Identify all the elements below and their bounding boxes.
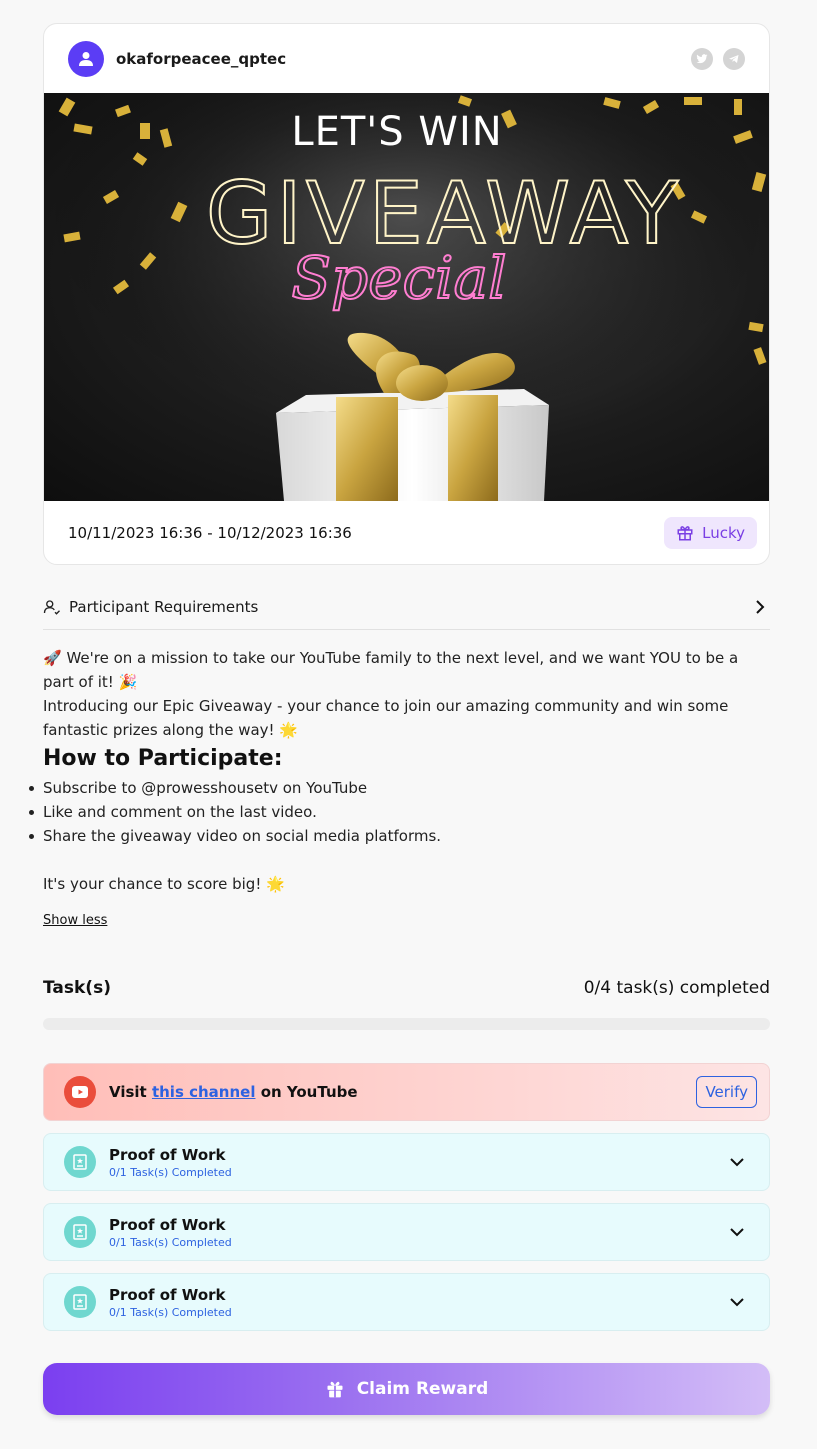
participant-requirements-label: Participant Requirements	[69, 598, 259, 616]
description-closing: It's your chance to score big! 🌟	[43, 875, 285, 893]
participant-requirements-row[interactable]: Participant Requirements	[43, 585, 770, 630]
card-header: okaforpeacee_qptec	[44, 24, 769, 93]
description-line1: 🚀 We're on a mission to take our YouTube…	[43, 649, 739, 691]
proof-of-work-title: Proof of Work	[109, 1145, 226, 1164]
proof-of-work-text: Proof of Work 0/1 Task(s) Completed	[109, 1286, 232, 1319]
lucky-label: Lucky	[702, 524, 745, 542]
banner-line1: LET'S WIN	[291, 109, 502, 155]
document-star-icon	[64, 1216, 96, 1248]
tasks-completed-count: 0/4 task(s) completed	[583, 978, 770, 998]
chevron-right-icon[interactable]	[754, 599, 766, 615]
document-star-icon	[64, 1146, 96, 1178]
proof-of-work-title: Proof of Work	[109, 1285, 226, 1304]
youtube-task-text: Visit this channel on YouTube	[109, 1083, 358, 1101]
list-item: Like and comment on the last video.	[29, 800, 770, 824]
chevron-down-icon[interactable]	[729, 1157, 745, 1167]
youtube-task-suffix: on YouTube	[255, 1083, 358, 1101]
proof-of-work-status: 0/1 Task(s) Completed	[109, 1305, 232, 1319]
claim-reward-label: Claim Reward	[356, 1379, 489, 1399]
proof-of-work-status: 0/1 Task(s) Completed	[109, 1165, 232, 1179]
social-links	[691, 47, 745, 70]
card-footer: 10/11/2023 16:36 - 10/12/2023 16:36 Luck…	[44, 501, 769, 564]
verify-button[interactable]: Verify	[696, 1076, 757, 1108]
giveaway-description: 🚀 We're on a mission to take our YouTube…	[29, 646, 770, 933]
proof-of-work-title: Proof of Work	[109, 1215, 226, 1234]
list-item: Share the giveaway video on social media…	[29, 824, 770, 848]
participation-steps: Subscribe to @prowesshousetv on YouTube …	[29, 776, 770, 848]
show-less-link[interactable]: Show less	[43, 909, 107, 933]
user-icon	[79, 51, 93, 66]
gift-icon	[677, 526, 693, 541]
chevron-down-icon[interactable]	[729, 1297, 745, 1307]
lucky-badge: Lucky	[664, 517, 757, 549]
banner-line3: Special	[291, 244, 506, 312]
youtube-icon	[64, 1076, 96, 1108]
giveaway-banner-image: LET'S WIN GIVEAWAY Special	[44, 93, 769, 501]
list-item: Subscribe to @prowesshousetv on YouTube	[29, 776, 770, 800]
avatar[interactable]	[68, 40, 104, 77]
youtube-task-prefix: Visit	[109, 1083, 152, 1101]
proof-of-work-text: Proof of Work 0/1 Task(s) Completed	[109, 1146, 232, 1179]
youtube-task-title: Visit this channel on YouTube	[109, 1083, 358, 1101]
proof-of-work-task-3[interactable]: Proof of Work 0/1 Task(s) Completed	[43, 1273, 770, 1331]
event-date-range: 10/11/2023 16:36 - 10/12/2023 16:36	[68, 524, 352, 542]
tasks-progress-bar	[43, 1018, 770, 1030]
twitter-icon[interactable]	[691, 47, 713, 70]
username[interactable]: okaforpeacee_qptec	[116, 50, 286, 68]
youtube-task: Visit this channel on YouTube Verify	[43, 1063, 770, 1121]
gift-icon	[327, 1381, 343, 1398]
document-star-icon	[64, 1286, 96, 1318]
proof-of-work-text: Proof of Work 0/1 Task(s) Completed	[109, 1216, 232, 1249]
giveaway-card: okaforpeacee_qptec LET'S WIN GIVEAWAY Sp…	[43, 23, 770, 565]
tasks-header: Task(s) 0/4 task(s) completed	[43, 978, 770, 998]
claim-reward-button[interactable]: Claim Reward	[43, 1363, 770, 1415]
proof-of-work-task-1[interactable]: Proof of Work 0/1 Task(s) Completed	[43, 1133, 770, 1191]
description-line2: Introducing our Epic Giveaway - your cha…	[43, 697, 729, 739]
tasks-title: Task(s)	[43, 978, 111, 998]
proof-of-work-status: 0/1 Task(s) Completed	[109, 1235, 232, 1249]
proof-of-work-task-2[interactable]: Proof of Work 0/1 Task(s) Completed	[43, 1203, 770, 1261]
telegram-icon[interactable]	[723, 47, 745, 70]
this-channel-link[interactable]: this channel	[152, 1083, 256, 1101]
how-to-participate-heading: How to Participate:	[43, 746, 283, 771]
chevron-down-icon[interactable]	[729, 1227, 745, 1237]
user-check-icon	[43, 600, 60, 615]
